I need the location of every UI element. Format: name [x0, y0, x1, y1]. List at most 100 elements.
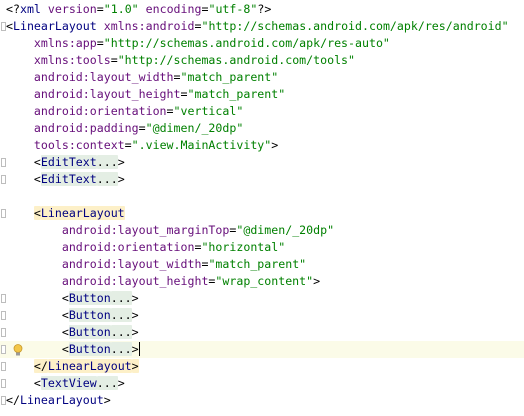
code-token: = — [166, 104, 174, 118]
code-token: < — [6, 291, 69, 305]
code-line[interactable]: </LinearLayout> — [0, 358, 524, 375]
code-line[interactable]: android:layout_width="match_parent" — [0, 69, 524, 86]
code-token: = — [124, 138, 132, 152]
code-line[interactable]: xmlns:app="http://schemas.android.com/ap… — [0, 35, 524, 52]
code-token: "http://schemas.android.com/apk/res/andr… — [201, 19, 509, 33]
code-token: tools:context — [6, 138, 125, 152]
code-line[interactable]: android:layout_width="match_parent" — [0, 256, 524, 273]
code-token: "1.0" — [103, 2, 139, 16]
code-line[interactable]: android:layout_marginTop="@dimen/_20dp" — [0, 222, 524, 239]
code-line[interactable]: <TextView...> — [0, 375, 524, 392]
code-token: > — [131, 308, 139, 322]
code-text: </LinearLayout> — [6, 358, 139, 375]
code-text: android:layout_height="wrap_content"> — [6, 273, 320, 290]
code-token: = — [173, 70, 181, 84]
code-line[interactable]: <EditText...> — [0, 154, 524, 171]
code-token: android:orientation — [6, 240, 195, 254]
code-text: android:layout_width="match_parent" — [6, 69, 278, 86]
code-token: LinearLayout — [19, 393, 104, 407]
code-token: > — [117, 172, 125, 186]
code-token: > — [131, 291, 139, 305]
code-line[interactable]: <LinearLayout xmlns:android="http://sche… — [0, 18, 524, 35]
code-line[interactable]: <Button...> — [0, 341, 524, 358]
code-token: > — [131, 342, 139, 356]
code-token: = — [138, 121, 146, 135]
code-token: "match_parent" — [180, 70, 279, 84]
code-token: = — [110, 53, 118, 67]
code-line[interactable]: <Button...> — [0, 307, 524, 324]
code-text: <EditText...> — [6, 171, 125, 188]
code-editor[interactable]: <?xml version="1.0" encoding="utf-8"?> <L… — [0, 0, 524, 416]
code-text: tools:context=".view.MainActivity"> — [6, 137, 278, 154]
code-text: <Button...> — [6, 324, 139, 341]
code-text: <?xml version="1.0" encoding="utf-8"?> — [6, 1, 271, 18]
code-line[interactable]: <LinearLayout — [0, 205, 524, 222]
text-caret — [138, 342, 140, 356]
code-token: ... — [110, 342, 132, 356]
code-token: ... — [96, 155, 118, 169]
code-token: = — [96, 36, 104, 50]
code-token: <? — [6, 2, 20, 16]
code-token: </ — [33, 359, 48, 373]
code-token: LinearLayout — [40, 206, 125, 220]
code-token: xmlns:app — [6, 36, 97, 50]
code-line[interactable]: <EditText...> — [0, 171, 524, 188]
code-text: android:layout_height="match_parent" — [6, 86, 285, 103]
code-text: xmlns:tools="http://schemas.android.com/… — [6, 52, 355, 69]
code-token: "@dimen/_20dp" — [236, 223, 335, 237]
code-text: <Button...> — [6, 341, 140, 358]
code-text: <TextView...> — [6, 375, 125, 392]
code-text: android:layout_marginTop="@dimen/_20dp" — [6, 222, 334, 239]
code-token: "vertical" — [173, 104, 244, 118]
code-line[interactable]: </LinearLayout> — [0, 392, 524, 409]
code-token: EditText — [40, 172, 97, 186]
code-token: android:layout_height — [6, 87, 181, 101]
code-line[interactable] — [0, 188, 524, 205]
code-token: > — [131, 325, 139, 339]
code-token: EditText — [40, 155, 97, 169]
code-token: </ — [6, 393, 20, 407]
code-token: < — [6, 172, 41, 186]
code-line[interactable]: android:padding="@dimen/_20dp" — [0, 120, 524, 137]
code-line[interactable]: xmlns:tools="http://schemas.android.com/… — [0, 52, 524, 69]
code-text: android:layout_width="match_parent" — [6, 256, 306, 273]
code-token: ... — [96, 172, 118, 186]
code-line[interactable]: <Button...> — [0, 324, 524, 341]
code-token: xmlns:android — [103, 19, 195, 33]
code-token: ... — [96, 376, 118, 390]
code-token: "http://schemas.android.com/apk/res-auto… — [103, 36, 390, 50]
code-line[interactable]: tools:context=".view.MainActivity"> — [0, 137, 524, 154]
code-token: Button — [68, 291, 111, 305]
code-token: android:layout_width — [6, 70, 174, 84]
code-text: <LinearLayout — [6, 205, 125, 222]
code-token: Button — [68, 342, 111, 356]
code-token: < — [6, 308, 69, 322]
code-line[interactable]: android:orientation="vertical" — [0, 103, 524, 120]
code-token: TextView — [40, 376, 97, 390]
code-token: > — [117, 155, 125, 169]
code-token: ... — [110, 291, 132, 305]
code-token: "wrap_content" — [215, 274, 314, 288]
code-token: < — [6, 19, 13, 33]
code-token: ... — [110, 325, 132, 339]
code-line[interactable]: <Button...> — [0, 290, 524, 307]
code-line[interactable]: android:layout_height="wrap_content"> — [0, 273, 524, 290]
code-token: > — [103, 393, 111, 407]
code-token: < — [6, 376, 41, 390]
code-text: android:orientation="vertical" — [6, 103, 243, 120]
code-token: < — [6, 155, 41, 169]
code-line[interactable]: android:orientation="horizontal" — [0, 239, 524, 256]
code-token: android:layout_height — [6, 274, 209, 288]
code-token: "utf-8" — [208, 2, 258, 16]
code-text: </LinearLayout> — [6, 392, 111, 409]
code-token: "match_parent" — [208, 257, 307, 271]
code-text: android:orientation="horizontal" — [6, 239, 285, 256]
code-line[interactable]: android:layout_height="match_parent" — [0, 86, 524, 103]
code-token: > — [271, 138, 279, 152]
code-token: > — [313, 274, 321, 288]
code-line[interactable]: <?xml version="1.0" encoding="utf-8"?> — [0, 1, 524, 18]
code-token: Button — [68, 325, 111, 339]
code-token: android:layout_width — [6, 257, 202, 271]
